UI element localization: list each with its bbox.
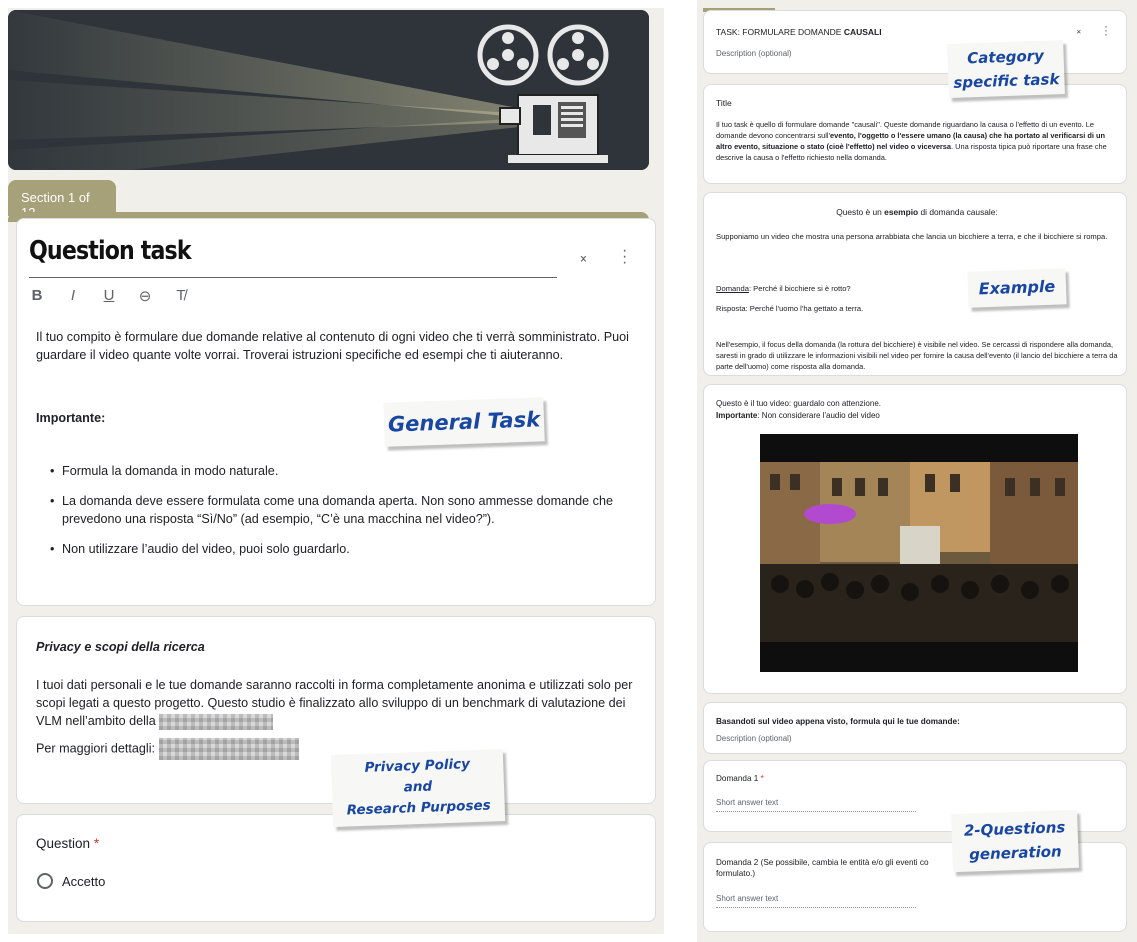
questions-heading-card: [703, 702, 1127, 754]
task-title-prefix: TASK: FORMULARE DOMANDE: [716, 27, 844, 37]
question-label-text: Question: [36, 836, 91, 851]
important-label: Importante:: [36, 411, 106, 425]
details-line: Per maggiori dettagli:: [36, 738, 299, 760]
question-label: Question *: [36, 835, 99, 853]
question-2-input[interactable]: Short answer text: [716, 894, 916, 908]
example-question-text: : Perché il bicchiere si è rotto?: [748, 284, 851, 293]
example-scenario: Supponiamo un video che mostra una perso…: [716, 232, 1108, 241]
question-2-text-end: formulato.): [716, 869, 756, 878]
more-vert-icon[interactable]: · · ·: [1104, 20, 1108, 40]
annotation-category-task: Category specific task: [947, 39, 1065, 99]
video-important: Importante: Non considerare l'audio del …: [716, 410, 880, 422]
list-item: Formula la domanda in modo naturale.: [50, 462, 630, 480]
redacted-link: [158, 738, 299, 760]
description-field[interactable]: Description (optional): [716, 734, 792, 743]
title-underline: [29, 277, 557, 278]
list-item: La domanda deve essere formulata come un…: [50, 492, 630, 528]
rules-list: Formula la domanda in modo naturale. La …: [50, 462, 630, 570]
header-banner: [8, 10, 649, 170]
annotation-text: specific task: [953, 70, 1060, 92]
example-heading-bold: esempio: [884, 207, 919, 217]
section-indicator: Section 1 of 12: [8, 180, 116, 220]
title-label: Title: [716, 98, 732, 108]
question-1-text: Domanda 1: [716, 774, 759, 783]
privacy-body: I tuoi dati personali e le tue domande s…: [36, 678, 633, 728]
video-important-bold: Importante: [716, 411, 758, 420]
film-projector-icon: [8, 10, 649, 170]
annotation-privacy: Privacy Policy and Research Purposes: [330, 749, 506, 827]
redacted-text: [159, 713, 274, 730]
clear-format-icon[interactable]: T̸: [173, 287, 189, 305]
privacy-text: I tuoi dati personali e le tue domande s…: [36, 676, 636, 730]
annotation-two-questions: 2-Questions generation: [951, 809, 1079, 873]
annotation-text: General Task: [387, 407, 541, 437]
task-title-bold: CAUSALI: [843, 27, 882, 37]
annotation-text: Example: [978, 276, 1056, 299]
annotation-general-task: General Task: [383, 397, 545, 447]
underline-button[interactable]: U: [101, 287, 117, 305]
video-intro: Questo è il tuo video: guardalo con atte…: [716, 399, 881, 408]
task-title[interactable]: TASK: FORMULARE DOMANDE CAUSALI: [716, 26, 882, 38]
collapse-icon[interactable]: ⌄ ⌃: [578, 248, 589, 270]
privacy-heading: Privacy e scopi della ricerca: [36, 640, 205, 654]
question-2-text: Domanda 2 (Se possibile, cambia le entit…: [716, 858, 929, 867]
example-heading-part: di domanda causale:: [918, 207, 998, 217]
option-accept-label[interactable]: Accetto: [62, 873, 105, 891]
details-label: Per maggiori dettagli:: [36, 741, 156, 756]
example-question: Domanda: Perché il bicchiere si è rotto?: [716, 283, 851, 295]
format-toolbar: B I U ⊖ T̸: [29, 287, 189, 305]
question-card: [16, 814, 656, 922]
task-text: Il tuo task è quello di formulare domand…: [716, 119, 1118, 163]
link-icon[interactable]: ⊖: [137, 287, 153, 305]
list-item: Non utilizzare l’audio del video, puoi s…: [50, 540, 630, 558]
example-heading-part: Questo è un: [836, 207, 885, 217]
collapse-icon[interactable]: ⌄ ⌃: [1075, 25, 1083, 40]
annotation-text: generation: [968, 842, 1062, 864]
example-explanation: Nell'esempio, il focus della domanda (la…: [716, 340, 1118, 371]
page-title[interactable]: Question task: [29, 236, 192, 266]
video-important-text: : Non considerare l'audio del video: [757, 411, 880, 420]
example-question-label: Domanda: [716, 284, 749, 293]
required-mark: *: [93, 836, 100, 851]
radio-accept[interactable]: [37, 873, 53, 889]
example-heading: Questo è un esempio di domanda causale:: [716, 206, 1118, 218]
task-intro: Il tuo compito è formulare due domande r…: [36, 330, 629, 362]
annotation-example: Example: [967, 268, 1067, 308]
more-vert-icon[interactable]: · · ·: [622, 243, 627, 271]
question-1-input[interactable]: Short answer text: [716, 798, 916, 812]
question-1-label: Domanda 1 *: [716, 773, 764, 785]
example-answer: Risposta: Perché l'uomo l'ha gettato a t…: [716, 304, 864, 313]
description-field[interactable]: Description (optional): [716, 49, 792, 58]
questions-heading: Basandoti sul video appena visto, formul…: [716, 717, 960, 726]
bold-button[interactable]: B: [29, 287, 45, 305]
question-2-label: Domanda 2 (Se possibile, cambia le entit…: [716, 857, 929, 879]
video-frame: [760, 434, 1078, 672]
required-mark: *: [760, 774, 764, 783]
italic-button[interactable]: I: [65, 287, 81, 305]
video-player[interactable]: [760, 434, 1078, 672]
